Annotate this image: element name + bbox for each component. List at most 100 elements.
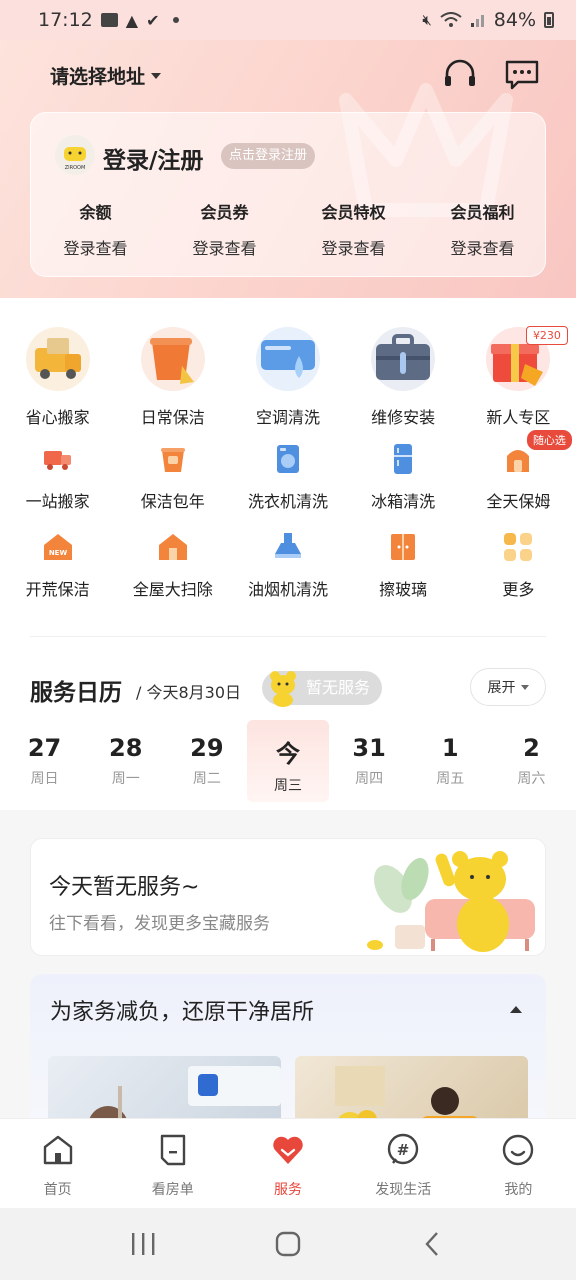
day-weekday: 周三 xyxy=(273,778,302,794)
headset-icon[interactable] xyxy=(442,58,478,92)
no-service-badge: 暂无服务 xyxy=(262,671,383,707)
day-number: 1 xyxy=(441,734,459,762)
washing-machine-icon xyxy=(276,445,299,473)
service-fridge-cleaning[interactable]: 冰箱清洗 xyxy=(346,442,461,512)
service-moving[interactable]: 省心搬家 xyxy=(0,326,115,428)
calendar-day[interactable]: 1 周五 xyxy=(410,720,491,802)
bear-mascot-icon xyxy=(270,671,296,707)
avatar-logo-text: ZIROOM xyxy=(65,165,86,171)
tab-services[interactable]: 服务 xyxy=(230,1119,345,1208)
range-hood-icon xyxy=(274,533,301,558)
tab-label: 看房单 xyxy=(151,1182,194,1198)
service-new-house-cleaning[interactable]: NEW 开荒保洁 xyxy=(0,530,115,600)
tab-viewing-list[interactable]: 看房单 xyxy=(115,1119,230,1208)
signal-icon xyxy=(470,15,484,27)
service-daily-cleaning[interactable]: 日常保洁 xyxy=(115,326,230,428)
service-range-hood-cleaning[interactable]: 油烟机清洗 xyxy=(230,530,345,600)
day-number: 31 xyxy=(352,734,386,762)
service-newcomer[interactable]: ¥230 新人专区 xyxy=(461,326,576,428)
login-pill-button[interactable]: 点击登录注册 xyxy=(221,143,316,169)
service-label: 冰箱清洗 xyxy=(371,492,436,511)
service-label: 空调清洗 xyxy=(255,408,320,427)
recent-apps-icon[interactable] xyxy=(129,1231,157,1257)
calendar-day[interactable]: 31 周四 xyxy=(329,720,410,802)
service-label: 一站搬家 xyxy=(25,492,90,511)
service-window-cleaning[interactable]: 擦玻璃 xyxy=(346,530,461,600)
stat-privileges[interactable]: 会员特权 登录查看 xyxy=(289,199,418,259)
stat-title: 会员福利 xyxy=(450,203,515,222)
back-icon[interactable] xyxy=(419,1230,447,1258)
heart-icon xyxy=(273,1136,303,1164)
bear-sofa-illustration xyxy=(367,851,535,952)
calendar-day[interactable]: 2 周六 xyxy=(491,720,572,802)
day-number: 29 xyxy=(190,734,224,762)
service-label: 省心搬家 xyxy=(25,408,90,427)
stat-value: 登录查看 xyxy=(450,239,515,258)
tab-label: 首页 xyxy=(43,1182,72,1198)
smile-icon xyxy=(503,1134,534,1166)
ac-cleaning-icon xyxy=(255,327,320,391)
calendar-day[interactable]: 29 周二 xyxy=(166,720,247,802)
stat-benefits[interactable]: 会员福利 登录查看 xyxy=(418,199,547,259)
service-label: 新人专区 xyxy=(486,408,551,427)
home-icon xyxy=(43,1135,72,1165)
list-icon xyxy=(160,1134,185,1166)
tab-label: 服务 xyxy=(274,1182,302,1198)
battery-icon xyxy=(544,12,554,28)
tab-discover[interactable]: # 发现生活 xyxy=(346,1119,461,1208)
tab-mine[interactable]: 我的 xyxy=(461,1119,576,1208)
service-repair[interactable]: 维修安装 xyxy=(346,326,461,428)
chevron-down-icon xyxy=(520,684,529,690)
toolbox-icon xyxy=(371,327,436,391)
expand-button[interactable]: 展开 xyxy=(470,668,546,706)
service-washer-cleaning[interactable]: 洗衣机清洗 xyxy=(230,442,345,512)
new-house-icon: NEW xyxy=(43,534,72,560)
login-card[interactable]: ZIROOM 登录/注册 点击登录注册 余额 登录查看 会员券登录查看 会员特权登… xyxy=(30,112,546,277)
check-icon: ✔ xyxy=(146,10,160,30)
service-whole-house-cleaning[interactable]: 全屋大扫除 xyxy=(115,530,230,600)
calendar-day-today[interactable]: 今周三 xyxy=(247,720,329,802)
empty-service-card[interactable]: 今天暂无服务~ 往下看看，发现更多宝藏服务 xyxy=(30,838,546,956)
chevron-down-icon xyxy=(151,72,162,79)
address-selector[interactable]: 请选择地址 xyxy=(50,62,162,89)
service-more[interactable]: 更多 xyxy=(461,530,576,600)
calendar-day[interactable]: 28 周一 xyxy=(85,720,166,802)
stat-value: 登录查看 xyxy=(63,239,128,258)
more-grid-icon xyxy=(504,533,533,561)
day-number: 27 xyxy=(27,734,62,762)
stat-balance[interactable]: 余额 登录查看 xyxy=(31,199,160,259)
chevron-up-icon[interactable] xyxy=(510,1006,522,1013)
stat-value: 登录查看 xyxy=(192,239,257,258)
calendar-day[interactable]: 27 周日 xyxy=(4,720,85,802)
stat-value: 登录查看 xyxy=(321,239,386,258)
service-nanny[interactable]: 随心选 全天保姆 xyxy=(461,430,576,512)
moving-truck-icon xyxy=(25,327,90,391)
service-label: 擦玻璃 xyxy=(379,580,428,599)
day-weekday: 周二 xyxy=(192,771,221,787)
tab-home[interactable]: 首页 xyxy=(0,1119,115,1208)
service-yearly-cleaning[interactable]: 保洁包年 xyxy=(115,442,230,512)
service-label: 维修安装 xyxy=(371,408,436,427)
window-icon xyxy=(391,534,416,560)
badge-suixinxuan: 随心选 xyxy=(526,430,572,450)
address-label: 请选择地址 xyxy=(50,66,146,88)
login-title[interactable]: 登录/注册 xyxy=(103,141,203,175)
day-number: 28 xyxy=(109,734,143,762)
member-stats: 余额 登录查看 会员券登录查看 会员特权 登录查看 会员福利登录查看 xyxy=(31,199,547,259)
day-weekday: 周日 xyxy=(30,771,59,787)
stat-coupons[interactable]: 会员券 登录查看 xyxy=(160,199,289,259)
tab-label: 发现生活 xyxy=(375,1182,432,1198)
service-label: 保洁包年 xyxy=(140,492,205,511)
day-weekday: 周四 xyxy=(355,771,384,787)
service-onestop-moving[interactable]: 一站搬家 xyxy=(0,442,115,512)
services-section: 省心搬家 日常保洁 空调清洗 维修安装 ¥230 新人专区 一站搬家 保洁包年 xyxy=(0,298,576,810)
stat-title: 会员券 xyxy=(200,203,249,222)
message-icon[interactable] xyxy=(504,58,540,92)
avatar[interactable]: ZIROOM xyxy=(55,135,95,175)
service-ac-cleaning[interactable]: 空调清洗 xyxy=(230,326,345,428)
tab-label: 我的 xyxy=(504,1182,533,1198)
home-button-icon[interactable] xyxy=(274,1230,302,1258)
fridge-icon xyxy=(394,444,413,474)
service-label: 油烟机清洗 xyxy=(247,580,328,599)
hashtag-icon: # xyxy=(388,1133,419,1165)
